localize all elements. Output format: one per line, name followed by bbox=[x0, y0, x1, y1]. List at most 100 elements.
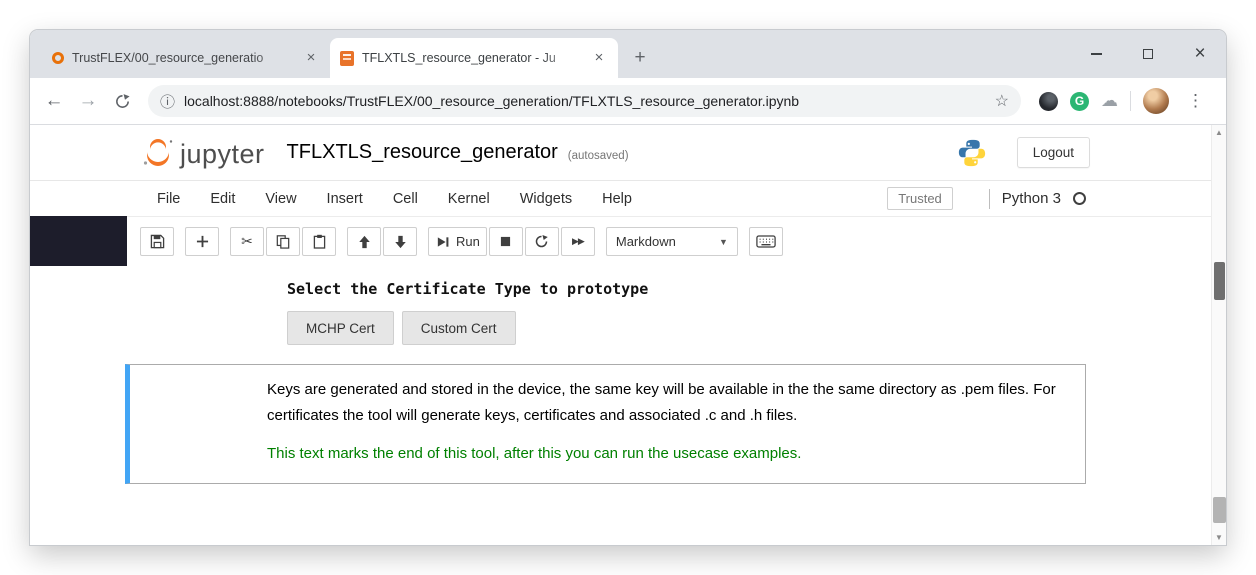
command-palette-button[interactable] bbox=[749, 227, 783, 256]
arrow-down-icon bbox=[394, 235, 407, 249]
cell-type-dropdown[interactable]: Markdown ▼ bbox=[606, 227, 738, 256]
trustflex-favicon-icon bbox=[52, 52, 64, 64]
grammarly-icon[interactable]: G bbox=[1070, 92, 1089, 111]
interrupt-kernel-button[interactable] bbox=[489, 227, 523, 256]
forward-icon[interactable]: → bbox=[74, 87, 102, 115]
cell-type-value: Markdown bbox=[616, 234, 676, 249]
bookmark-star-icon[interactable]: ☆ bbox=[995, 91, 1009, 111]
cloud-extension-icon[interactable]: ☁ bbox=[1101, 91, 1118, 111]
add-cell-button[interactable] bbox=[185, 227, 219, 256]
notebook-container: Select the Certificate Type to prototype… bbox=[125, 266, 1086, 484]
minimize-button[interactable] bbox=[1070, 30, 1122, 78]
tab-close-icon[interactable]: × bbox=[302, 49, 320, 67]
chevron-down-icon: ▼ bbox=[719, 237, 728, 247]
move-cell-down-button[interactable] bbox=[383, 227, 417, 256]
vertical-scrollbar[interactable]: ▲ ▼ bbox=[1211, 125, 1226, 545]
save-button[interactable] bbox=[140, 227, 174, 256]
custom-cert-button[interactable]: Custom Cert bbox=[402, 311, 516, 345]
kernel-name: Python 3 bbox=[1002, 190, 1061, 207]
copy-cell-button[interactable] bbox=[266, 227, 300, 256]
window-controls: × bbox=[1070, 30, 1226, 78]
notebook-area: Select the Certificate Type to prototype… bbox=[30, 266, 1226, 545]
browser-menu-icon[interactable]: ⋮ bbox=[1181, 91, 1210, 111]
fast-forward-icon: ▶▶ bbox=[572, 236, 584, 247]
tab-notebook[interactable]: TFLXTLS_resource_generator - Ju × bbox=[330, 38, 618, 78]
mchp-cert-button[interactable]: MCHP Cert bbox=[287, 311, 394, 345]
menu-help[interactable]: Help bbox=[587, 191, 647, 207]
notebook-scrollbar-thumb[interactable] bbox=[1214, 262, 1225, 300]
url-text: localhost:8888/notebooks/TrustFLEX/00_re… bbox=[184, 93, 986, 109]
jupyter-logo-icon bbox=[140, 135, 176, 171]
run-label: Run bbox=[456, 234, 480, 249]
scissors-icon: ✂ bbox=[241, 233, 253, 250]
dark-region bbox=[30, 216, 127, 266]
menu-cell[interactable]: Cell bbox=[378, 191, 433, 207]
trusted-badge[interactable]: Trusted bbox=[887, 187, 953, 210]
new-tab-button[interactable]: + bbox=[626, 44, 654, 72]
notebook-toolbar: ✂ bbox=[30, 217, 1226, 266]
menu-insert[interactable]: Insert bbox=[312, 191, 378, 207]
logout-button[interactable]: Logout bbox=[1017, 137, 1090, 168]
address-bar-row: ← → ⓘ localhost:8888/notebooks/TrustFLEX… bbox=[30, 78, 1226, 125]
certificate-type-label: Select the Certificate Type to prototype bbox=[287, 280, 1066, 298]
tab-title: TrustFLEX/00_resource_generatio bbox=[72, 51, 294, 65]
page-info-icon[interactable]: ⓘ bbox=[160, 91, 175, 112]
arrow-up-icon bbox=[358, 235, 371, 249]
note-paragraph: This text marks the end of this tool, af… bbox=[267, 441, 1065, 467]
save-icon bbox=[150, 234, 165, 249]
jupyter-wordmark: jupyter bbox=[180, 141, 265, 171]
extension-dark-icon[interactable] bbox=[1039, 92, 1058, 111]
notebook-menubar: File Edit View Insert Cell Kernel Widget… bbox=[30, 181, 1226, 217]
header-right: Logout bbox=[957, 137, 1090, 168]
keyboard-icon bbox=[756, 235, 776, 248]
jupyter-logo[interactable]: jupyter bbox=[140, 135, 265, 171]
back-icon[interactable]: ← bbox=[40, 87, 68, 115]
profile-avatar[interactable] bbox=[1143, 88, 1169, 114]
autosave-status: (autosaved) bbox=[568, 144, 629, 162]
menu-file[interactable]: File bbox=[142, 191, 195, 207]
python-logo-icon bbox=[957, 138, 987, 168]
info-paragraph: Keys are generated and stored in the dev… bbox=[267, 377, 1065, 429]
stop-icon bbox=[500, 236, 511, 247]
paste-cell-button[interactable] bbox=[302, 227, 336, 256]
notebook-title[interactable]: TFLXTLS_resource_generator bbox=[287, 141, 558, 164]
reload-icon[interactable] bbox=[108, 87, 136, 115]
widget-button-row: MCHP Cert Custom Cert bbox=[287, 311, 1066, 345]
toolbar-buttons: ✂ bbox=[140, 227, 783, 256]
copy-icon bbox=[276, 234, 290, 249]
cut-cell-button[interactable]: ✂ bbox=[230, 227, 264, 256]
close-button[interactable]: × bbox=[1174, 30, 1226, 78]
menu-view[interactable]: View bbox=[250, 191, 311, 207]
extension-cluster: G ☁ ⋮ bbox=[1033, 88, 1216, 114]
screenshot-stage: TrustFLEX/00_resource_generatio × TFLXTL… bbox=[0, 0, 1256, 575]
tab-title: TFLXTLS_resource_generator - Ju bbox=[362, 51, 582, 65]
kernel-status-area: Trusted Python 3 bbox=[887, 187, 1086, 210]
restart-run-all-button[interactable]: ▶▶ bbox=[561, 227, 595, 256]
menu-edit[interactable]: Edit bbox=[195, 191, 250, 207]
toolbar-separator bbox=[1130, 91, 1131, 111]
kernel-idle-indicator-icon bbox=[1073, 192, 1086, 205]
url-omnibox[interactable]: ⓘ localhost:8888/notebooks/TrustFLEX/00_… bbox=[148, 85, 1021, 117]
plus-icon bbox=[196, 235, 209, 248]
restart-kernel-button[interactable] bbox=[525, 227, 559, 256]
restart-icon bbox=[534, 234, 549, 249]
jupyter-book-favicon-icon bbox=[340, 51, 354, 66]
minimize-icon bbox=[1091, 53, 1102, 55]
kernel-separator bbox=[989, 189, 990, 209]
tab-jupyter-tree[interactable]: TrustFLEX/00_resource_generatio × bbox=[42, 38, 330, 78]
maximize-button[interactable] bbox=[1122, 30, 1174, 78]
menu-widgets[interactable]: Widgets bbox=[505, 191, 587, 207]
scroll-down-icon[interactable]: ▼ bbox=[1212, 533, 1226, 542]
tab-strip: TrustFLEX/00_resource_generatio × TFLXTL… bbox=[30, 30, 1226, 78]
page-scrollbar-thumb[interactable] bbox=[1213, 497, 1226, 523]
move-cell-up-button[interactable] bbox=[347, 227, 381, 256]
run-cell-button[interactable]: Run bbox=[428, 227, 487, 256]
browser-window: TrustFLEX/00_resource_generatio × TFLXTL… bbox=[30, 30, 1226, 545]
widget-output-cell[interactable]: Select the Certificate Type to prototype… bbox=[145, 266, 1066, 345]
menu-kernel[interactable]: Kernel bbox=[433, 191, 505, 207]
selected-markdown-cell[interactable]: Keys are generated and stored in the dev… bbox=[125, 364, 1086, 484]
scroll-up-icon[interactable]: ▲ bbox=[1212, 128, 1226, 137]
tab-close-icon[interactable]: × bbox=[590, 49, 608, 67]
run-icon bbox=[435, 235, 450, 249]
maximize-icon bbox=[1143, 49, 1153, 59]
